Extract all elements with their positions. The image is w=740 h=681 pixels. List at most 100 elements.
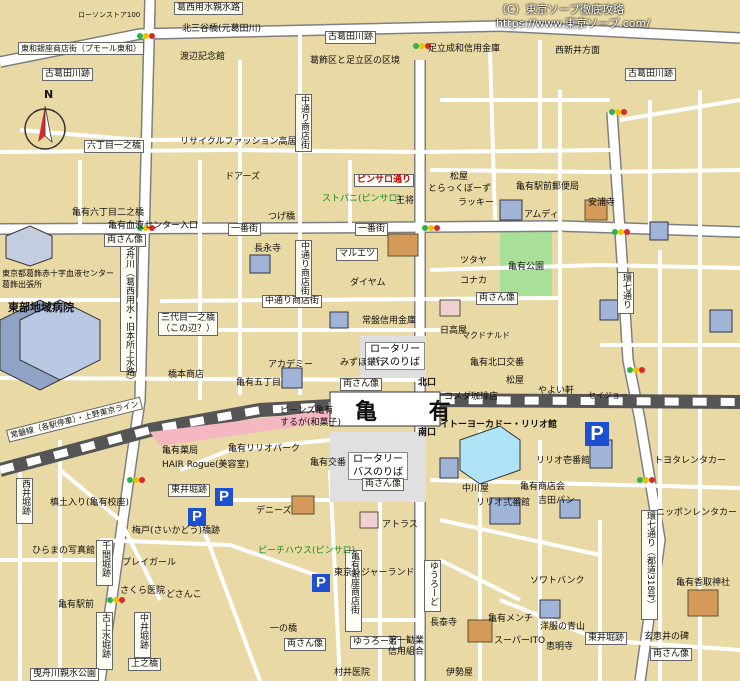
place-label[interactable]: 伊勢屋 bbox=[446, 668, 473, 679]
place-label[interactable]: ピンサロ通り bbox=[354, 174, 415, 187]
place-label[interactable]: ひらまの写真館 bbox=[32, 546, 95, 557]
place-label[interactable]: マルエツ bbox=[336, 248, 379, 261]
place-label[interactable]: 中川屋 bbox=[462, 484, 489, 495]
place-label[interactable]: 両さん像 bbox=[104, 234, 147, 247]
place-label[interactable]: 玄恵井の碑 bbox=[644, 632, 689, 643]
place-label[interactable]: 安浦寺 bbox=[588, 198, 615, 209]
place-label[interactable]: 吉田パン bbox=[538, 496, 574, 507]
place-label[interactable]: 長永寺 bbox=[254, 244, 281, 255]
place-label[interactable]: ダイヤム bbox=[350, 278, 385, 289]
place-label[interactable]: 東部地域病院 bbox=[8, 302, 74, 313]
place-label[interactable]: 両さん像 bbox=[340, 378, 383, 391]
place-label[interactable]: 松屋 bbox=[506, 376, 524, 387]
place-label[interactable]: ツタヤ bbox=[460, 256, 487, 267]
place-label[interactable]: ニッポンレンタカー bbox=[656, 508, 737, 519]
place-label[interactable]: つげ橋 bbox=[268, 212, 295, 223]
road-label: 中通り商店街 bbox=[295, 94, 312, 152]
road-label: 中井堀跡 bbox=[134, 612, 151, 658]
place-label[interactable]: リリオ壱番館 bbox=[536, 456, 590, 467]
place-label[interactable]: アムディ bbox=[524, 210, 559, 221]
place-label[interactable]: 長泰寺 bbox=[430, 618, 457, 629]
place-label[interactable]: デニーズ bbox=[256, 506, 292, 517]
place-label[interactable]: 亀有菓局 bbox=[162, 446, 198, 457]
place-label[interactable]: 亀有血液センター入口 bbox=[108, 221, 198, 232]
place-label[interactable]: 亀有メンチ bbox=[488, 614, 533, 625]
place-label[interactable]: イトーヨーカドー・リリオ館 bbox=[440, 420, 557, 431]
north-exit[interactable]: 北口 bbox=[418, 378, 436, 389]
road-label: 古上水堀跡 bbox=[96, 612, 113, 670]
south-rotary[interactable]: ロータリー バスのりば bbox=[348, 452, 408, 480]
south-exit[interactable]: 南口 bbox=[418, 428, 436, 439]
place-label[interactable]: 亀有五丁目 bbox=[236, 378, 281, 389]
parking-icon[interactable]: P bbox=[215, 488, 233, 506]
place-label[interactable]: 一の橋 bbox=[270, 624, 297, 635]
place-label[interactable]: 両さん像 bbox=[362, 478, 405, 491]
place-label[interactable]: 渡辺記念館 bbox=[180, 52, 225, 63]
place-label[interactable]: 亀有駅前郵便局 bbox=[516, 182, 579, 193]
place-label[interactable]: ストパニ(ピンサロ) bbox=[322, 194, 401, 205]
place-label[interactable]: みずほ銀行 bbox=[340, 358, 385, 369]
place-label[interactable]: 亀有六丁目二之橋 bbox=[72, 208, 144, 219]
place-label[interactable]: スーパーITO bbox=[494, 636, 545, 647]
place-label[interactable]: アカデミー bbox=[268, 360, 313, 371]
place-label[interactable]: ローソンストア100 bbox=[78, 10, 140, 21]
road-label: 東井堀跡 bbox=[585, 632, 628, 645]
parking-icon[interactable]: P bbox=[188, 508, 206, 526]
place-label[interactable]: セイジョー bbox=[588, 390, 628, 401]
copyright-line-2: https://www.東京ソープ.com/ bbox=[496, 17, 650, 30]
place-label[interactable]: 東京レジャーランド bbox=[334, 568, 415, 579]
place-label[interactable]: プレイガール bbox=[122, 558, 176, 569]
parking-icon[interactable]: P bbox=[585, 422, 609, 446]
parking-icon[interactable]: P bbox=[312, 574, 330, 592]
place-label[interactable]: 六丁目一之橋 bbox=[84, 140, 145, 153]
place-label[interactable]: 亀有交番 bbox=[310, 458, 346, 469]
place-label[interactable]: 上之橋 bbox=[128, 658, 162, 671]
place-label[interactable]: トヨタレンタカー bbox=[654, 456, 726, 467]
place-label[interactable]: 両さん像 bbox=[650, 648, 693, 661]
place-label[interactable]: 葛飾区と足立区の区境 bbox=[310, 56, 400, 67]
place-label[interactable]: ピーチハウス(ピンサロ) bbox=[258, 546, 355, 557]
place-label[interactable]: さくら医院 bbox=[120, 586, 165, 597]
place-label[interactable]: 亀有駅前 bbox=[58, 600, 94, 611]
place-label[interactable]: とらっくぼーず bbox=[428, 184, 491, 195]
copyright: （C）東京ソープ徹底攻略 https://www.東京ソープ.com/ bbox=[496, 3, 738, 31]
place-label[interactable]: やよい軒 bbox=[538, 386, 574, 397]
place-label[interactable]: 第一勧業 信用組合 bbox=[388, 636, 424, 658]
place-label[interactable]: 王将 bbox=[396, 196, 414, 207]
place-label[interactable]: ピーンズ亀有 bbox=[280, 406, 333, 417]
place-label[interactable]: ソワトバンク bbox=[530, 576, 584, 587]
place-label[interactable]: 足立成和信用金庫 bbox=[428, 44, 500, 55]
place-label[interactable]: アトラス bbox=[382, 520, 418, 531]
place-label[interactable]: 恵明寺 bbox=[546, 642, 573, 653]
place-label[interactable]: HAIR Rogue(美容室) bbox=[162, 460, 249, 471]
place-label[interactable]: 両さん像 bbox=[476, 292, 519, 305]
place-label[interactable]: 洋服の青山 bbox=[540, 622, 585, 633]
place-label[interactable]: 常盤信用金庫 bbox=[362, 316, 416, 327]
place-label[interactable]: 亀有北口交番 bbox=[470, 358, 524, 369]
place-label[interactable]: 亀有リリオパーク bbox=[228, 444, 300, 455]
place-label[interactable]: 村井医院 bbox=[334, 668, 370, 679]
place-label[interactable]: リリオ弐番館 bbox=[476, 498, 530, 509]
place-label[interactable]: ラッキー bbox=[458, 198, 494, 209]
place-label[interactable]: 北三谷橋(元葛田川) bbox=[182, 24, 261, 35]
map[interactable]: N （C）東京ソープ徹底攻略 https://www.東京ソープ.com/ 亀 … bbox=[0, 0, 740, 681]
place-label[interactable]: するが(和菓子) bbox=[280, 418, 341, 429]
place-label[interactable]: 槙土入り(亀有校座) bbox=[50, 498, 129, 509]
place-label[interactable]: リサイクルファッション高居 bbox=[180, 137, 297, 148]
place-label[interactable]: 松屋 bbox=[450, 172, 468, 183]
place-label[interactable]: コメダ珈琲店 bbox=[444, 392, 498, 403]
place-label[interactable]: 梅戸(さいかどう)橋跡 bbox=[132, 526, 220, 537]
place-label[interactable]: どさんこ bbox=[166, 590, 202, 601]
place-label[interactable]: マクドナルド bbox=[462, 330, 510, 341]
place-label[interactable]: 西新井方面 bbox=[555, 46, 600, 57]
place-label[interactable]: ドアーズ bbox=[225, 172, 260, 183]
place-label[interactable]: 三代目一之橋 （この辺？） bbox=[158, 312, 219, 336]
place-label[interactable]: 亀有商店会 bbox=[520, 482, 565, 493]
place-label[interactable]: コナカ bbox=[460, 276, 487, 287]
road-label: 東井堀跡 bbox=[168, 484, 211, 497]
place-label[interactable]: 橋本商店 bbox=[168, 370, 204, 381]
place-label[interactable]: 亀有公園 bbox=[508, 262, 544, 273]
place-label[interactable]: 亀有香取神社 bbox=[676, 578, 730, 589]
place-label[interactable]: 東京都葛飾赤十字血液センター 葛飾出張所 bbox=[2, 268, 114, 290]
place-label[interactable]: 両さん像 bbox=[284, 638, 327, 651]
